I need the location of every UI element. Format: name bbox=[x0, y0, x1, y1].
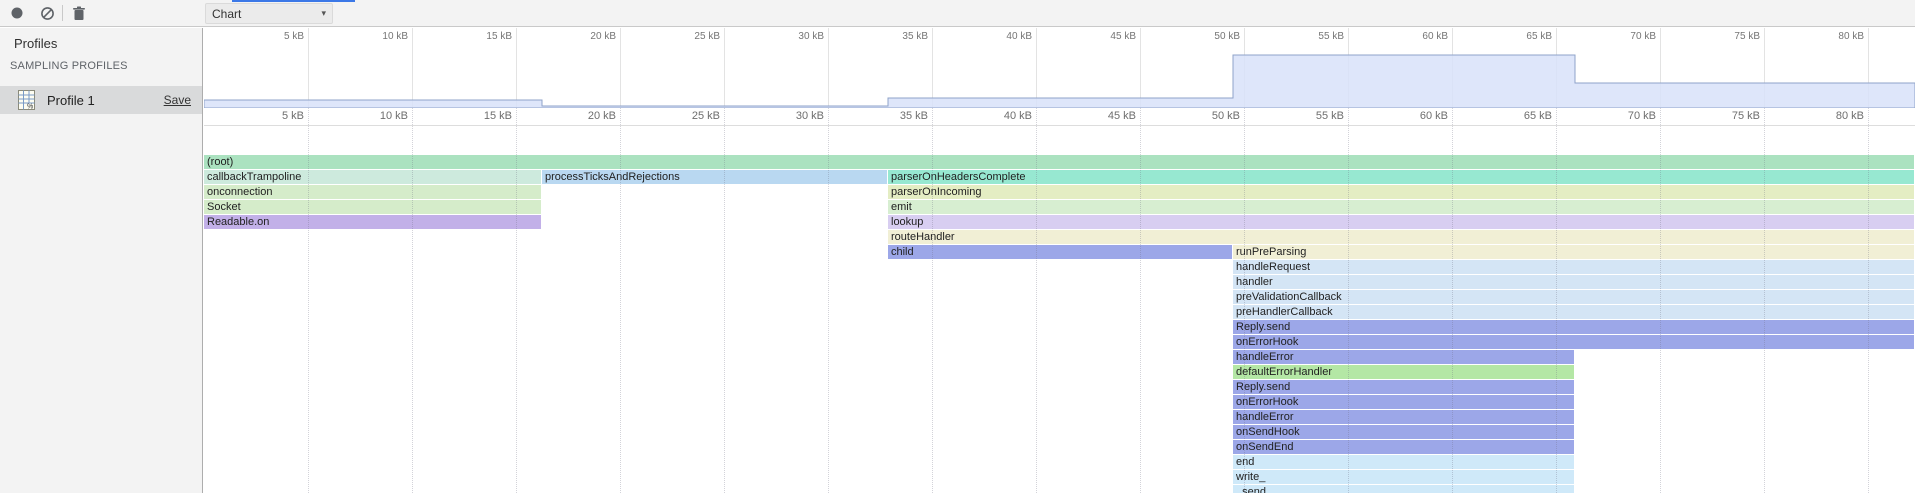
sampling-profiles-heading: SAMPLING PROFILES bbox=[10, 60, 128, 72]
devtools-profiler-panel: Chart ▾ Profiles SAMPLING PROFILES % Pro… bbox=[0, 0, 1915, 493]
flame-tick-label: 75 kB bbox=[1690, 110, 1760, 122]
flame-tick-label: 70 kB bbox=[1586, 110, 1656, 122]
record-icon[interactable] bbox=[8, 4, 26, 22]
flame-bar-write_[interactable]: write_ bbox=[1233, 470, 1574, 484]
flame-tick-label: 45 kB bbox=[1066, 110, 1136, 122]
flame-tick-label: 60 kB bbox=[1378, 110, 1448, 122]
flame-bar-handler[interactable]: handler bbox=[1233, 275, 1914, 289]
flame-bar-routeHandler[interactable]: routeHandler bbox=[888, 230, 1914, 244]
flame-bar-processTicksAndRejections[interactable]: processTicksAndRejections bbox=[542, 170, 887, 184]
flame-bar-onErrorHook[interactable]: onErrorHook bbox=[1233, 335, 1914, 349]
flame-bar-handleRequest[interactable]: handleRequest bbox=[1233, 260, 1914, 274]
flame-bar-defaultErrorHandler[interactable]: defaultErrorHandler bbox=[1233, 365, 1574, 379]
flame-chart-overview[interactable]: 5 kB10 kB15 kB20 kB25 kB30 kB35 kB40 kB4… bbox=[204, 28, 1915, 108]
flame-bar-Readable.on[interactable]: Readable.on bbox=[204, 215, 541, 229]
flame-bar-emit[interactable]: emit bbox=[888, 200, 1914, 214]
flame-bar-onErrorHook[interactable]: onErrorHook bbox=[1233, 395, 1574, 409]
flame-bar-onSendHook[interactable]: onSendHook bbox=[1233, 425, 1574, 439]
sampling-profile-icon: % bbox=[18, 90, 35, 110]
flame-bar-parserOnIncoming[interactable]: parserOnIncoming bbox=[888, 185, 1914, 199]
flame-tick-label: 20 kB bbox=[546, 110, 616, 122]
flame-bar-onSendEnd[interactable]: onSendEnd bbox=[1233, 440, 1574, 454]
chevron-down-icon: ▾ bbox=[321, 8, 326, 19]
profile-name: Profile 1 bbox=[47, 93, 95, 108]
trash-icon[interactable] bbox=[70, 4, 88, 22]
flame-bar-Reply.send[interactable]: Reply.send bbox=[1233, 380, 1574, 394]
flame-bar-onconnection[interactable]: onconnection bbox=[204, 185, 541, 199]
flame-bar-parserOnHeadersComplete[interactable]: parserOnHeadersComplete bbox=[888, 170, 1914, 184]
flame-bar-handleError[interactable]: handleError bbox=[1233, 410, 1574, 424]
active-tab-indicator bbox=[232, 0, 355, 2]
flame-bar-preHandlerCallback[interactable]: preHandlerCallback bbox=[1233, 305, 1914, 319]
flame-bar-lookup[interactable]: lookup bbox=[888, 215, 1914, 229]
toolbar: Chart ▾ bbox=[0, 0, 1915, 27]
sidebar-title: Profiles bbox=[14, 36, 57, 51]
flame-bar-child[interactable]: child bbox=[888, 245, 1232, 259]
allocation-chart-area: 5 kB 10 kB 15 kB 20 kB 25 kB 30 kB 35 kB 40 kB 4… bbox=[204, 28, 1915, 493]
flame-bar-root[interactable]: (root) bbox=[204, 155, 1914, 169]
flame-tick-label: 25 kB bbox=[650, 110, 720, 122]
flame-bar-handleError[interactable]: handleError bbox=[1233, 350, 1574, 364]
flame-tick-label: 15 kB bbox=[442, 110, 512, 122]
view-mode-value: Chart bbox=[212, 7, 241, 21]
flame-tick-label: 5 kB bbox=[234, 110, 304, 122]
flame-tick-label: 40 kB bbox=[962, 110, 1032, 122]
flame-bar-runPreParsing[interactable]: runPreParsing bbox=[1233, 245, 1914, 259]
flame-bar-preValidationCallback[interactable]: preValidationCallback bbox=[1233, 290, 1914, 304]
flame-tick-label: 35 kB bbox=[858, 110, 928, 122]
flame-tick-label: 50 kB bbox=[1170, 110, 1240, 122]
flame-bar-_send[interactable]: _send bbox=[1233, 485, 1574, 493]
flame-bar-Socket[interactable]: Socket bbox=[204, 200, 541, 214]
profile-list-item[interactable]: % Profile 1 Save bbox=[0, 86, 202, 114]
svg-text:%: % bbox=[27, 104, 33, 111]
save-profile-link[interactable]: Save bbox=[164, 93, 191, 107]
flame-tick-label: 65 kB bbox=[1482, 110, 1552, 122]
flame-bar-end[interactable]: end bbox=[1233, 455, 1574, 469]
toolbar-separator bbox=[62, 5, 63, 21]
flame-tick-label: 55 kB bbox=[1274, 110, 1344, 122]
flame-ruler-border bbox=[204, 125, 1915, 126]
overview-depth-silhouette bbox=[204, 28, 1915, 108]
flame-tick-label: 10 kB bbox=[338, 110, 408, 122]
profiles-sidebar: Profiles SAMPLING PROFILES % Profile 1 S… bbox=[0, 28, 203, 493]
clear-icon[interactable] bbox=[38, 4, 56, 22]
flame-bar-callbackTrampoline[interactable]: callbackTrampoline bbox=[204, 170, 541, 184]
flame-chart: 5 kB 10 kB 15 kB 20 kB 25 kB 30 kB 35 kB 40 kB 4… bbox=[204, 108, 1915, 493]
flame-bar-Reply.send[interactable]: Reply.send bbox=[1233, 320, 1914, 334]
view-mode-select[interactable]: Chart ▾ bbox=[205, 3, 333, 24]
flame-tick-label: 80 kB bbox=[1794, 110, 1864, 122]
flame-tick-label: 30 kB bbox=[754, 110, 824, 122]
